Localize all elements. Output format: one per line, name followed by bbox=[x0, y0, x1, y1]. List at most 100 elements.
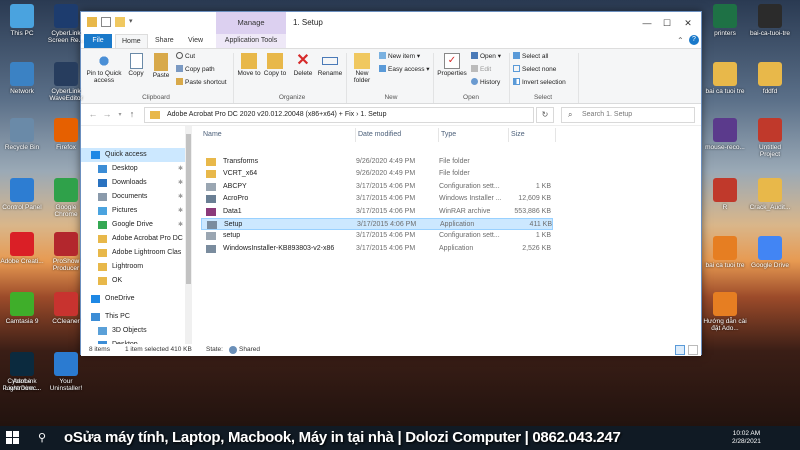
desktop-icon[interactable]: ProShow Producer bbox=[44, 232, 88, 272]
desktop-icon[interactable]: This PC bbox=[0, 4, 44, 37]
nav-item[interactable]: Pictures ✱ bbox=[81, 204, 185, 218]
desktop-icon[interactable]: bai ca tuoi tre bbox=[703, 236, 747, 269]
properties-button[interactable]: ✓ Properties bbox=[435, 53, 469, 77]
paste-shortcut-button[interactable]: Paste shortcut bbox=[176, 78, 227, 87]
desktop-icon[interactable]: Untitled Project bbox=[748, 118, 792, 158]
forward-arrow-icon[interactable]: → bbox=[101, 109, 113, 119]
column-header-size[interactable]: Size bbox=[511, 128, 525, 142]
history-button[interactable]: History bbox=[471, 78, 500, 87]
desktop-icon[interactable]: fddfd bbox=[748, 62, 792, 95]
desktop-icon[interactable]: Firefox bbox=[44, 118, 88, 151]
nav-scroll-thumb[interactable] bbox=[186, 134, 191, 284]
nav-item[interactable]: OneDrive bbox=[81, 292, 185, 306]
new-item-button[interactable]: New item ▾ bbox=[379, 52, 420, 61]
file-row[interactable]: Setup 3/17/2015 4:06 PM Application 411 KB bbox=[201, 218, 553, 230]
back-arrow-icon[interactable]: ← bbox=[87, 109, 99, 119]
desktop-icon[interactable]: bai ca tuoi tre bbox=[703, 62, 747, 95]
close-button[interactable]: ✕ bbox=[680, 16, 696, 30]
nav-item[interactable]: Desktop ✱ bbox=[81, 162, 185, 176]
file-row[interactable]: ABCPY 3/17/2015 4:06 PM Configuration sett… bbox=[201, 181, 553, 193]
desktop-icon[interactable]: Your Uninstaller! bbox=[44, 352, 88, 392]
tab-view[interactable]: View bbox=[182, 34, 209, 48]
nav-item[interactable]: OK bbox=[81, 274, 185, 288]
desktop-icon[interactable]: bai-ca-tuoi-tre bbox=[748, 4, 792, 37]
cut-button[interactable]: Cut bbox=[176, 52, 195, 61]
file-row[interactable]: Data1 3/17/2015 4:06 PM WinRAR archive 553,… bbox=[201, 206, 553, 218]
easy-access-button[interactable]: Easy access ▾ bbox=[379, 65, 430, 74]
desktop-icon[interactable]: Crack_Audit... bbox=[748, 178, 792, 211]
star-icon bbox=[91, 151, 100, 159]
search-input[interactable]: ⌕ Search 1. Setup bbox=[561, 107, 695, 123]
column-header-date[interactable]: Date modified bbox=[358, 128, 401, 142]
nav-item[interactable]: Lightroom bbox=[81, 260, 185, 274]
desktop-icon[interactable]: Network bbox=[0, 62, 44, 95]
edit-button[interactable]: Edit bbox=[471, 65, 491, 74]
delete-button[interactable]: ✕ Delete bbox=[291, 53, 315, 78]
nav-scrollbar[interactable] bbox=[185, 126, 192, 344]
copy-to-button[interactable]: Copy to bbox=[263, 53, 287, 77]
desktop-icon[interactable]: Control Panel bbox=[0, 178, 44, 211]
file-row[interactable]: VCRT_x64 9/26/2020 4:49 PM File folder bbox=[201, 168, 553, 180]
search-icon[interactable]: ⚲ bbox=[38, 431, 46, 444]
desktop-icon[interactable]: R bbox=[703, 178, 747, 211]
properties-icon[interactable] bbox=[101, 17, 111, 27]
copy-button[interactable]: Copy bbox=[125, 53, 147, 77]
address-input[interactable]: Adobe Acrobat Pro DC 2020 v20.012.20048 … bbox=[144, 107, 534, 123]
desktop-icon[interactable]: CCleaner bbox=[44, 292, 88, 325]
nav-item[interactable]: Google Drive ✱ bbox=[81, 218, 185, 232]
refresh-icon[interactable]: ↻ bbox=[536, 107, 554, 123]
folder-icon[interactable] bbox=[87, 17, 97, 27]
file-row[interactable]: setup 3/17/2015 4:06 PM Configuration sett… bbox=[201, 230, 553, 242]
invert-selection-button[interactable]: Invert selection bbox=[513, 78, 566, 87]
pin-quick-access-button[interactable]: Pin to Quick access bbox=[85, 53, 123, 84]
minimize-button[interactable]: — bbox=[639, 16, 655, 30]
nav-item[interactable]: Quick access bbox=[81, 148, 185, 162]
desktop-icon[interactable]: Google Chrome bbox=[44, 178, 88, 218]
file-row[interactable]: WindowsInstaller-KB893803-v2-x86 3/17/201… bbox=[201, 243, 553, 255]
windows-start-icon[interactable] bbox=[6, 431, 19, 444]
column-header-type[interactable]: Type bbox=[441, 128, 456, 142]
desktop-icon[interactable]: CyberLink WaveEditor bbox=[44, 62, 88, 102]
select-none-button[interactable]: Select none bbox=[513, 65, 556, 74]
select-all-button[interactable]: Select all bbox=[513, 52, 548, 61]
new-folder-button[interactable]: New folder bbox=[349, 53, 375, 84]
desktop-icon[interactable]: mouse-reco... bbox=[703, 118, 747, 151]
tab-home[interactable]: Home bbox=[115, 34, 148, 48]
chevron-up-icon[interactable]: ⌃ bbox=[677, 36, 684, 45]
move-to-button[interactable]: Move to bbox=[237, 53, 261, 77]
rename-button[interactable]: Rename bbox=[317, 53, 343, 77]
tab-share[interactable]: Share bbox=[149, 34, 180, 48]
help-icon[interactable]: ? bbox=[689, 35, 699, 45]
open-button[interactable]: Open ▾ bbox=[471, 52, 501, 61]
chevron-down-icon[interactable]: ▾ bbox=[129, 17, 135, 27]
nav-item[interactable]: This PC bbox=[81, 310, 185, 324]
chevron-down-icon[interactable]: ▾ bbox=[114, 111, 126, 118]
tab-application-tools[interactable]: Application Tools bbox=[216, 34, 286, 48]
up-arrow-icon[interactable]: ↑ bbox=[126, 109, 138, 119]
system-clock[interactable]: 10:02 AM 2/28/2021 bbox=[732, 430, 761, 446]
desktop-icon[interactable]: Adobe Creati... bbox=[0, 232, 44, 265]
nav-item[interactable]: Downloads ✱ bbox=[81, 176, 185, 190]
desktop-icon[interactable]: Google Drive bbox=[748, 236, 792, 269]
nav-item[interactable]: 3D Objects bbox=[81, 324, 185, 338]
nav-item[interactable]: Adobe Lightroom Clas bbox=[81, 246, 185, 260]
desktop-icon[interactable]: Hướng dẫn cài đặt Ado... bbox=[703, 292, 747, 332]
desktop-icon[interactable]: CyberLink Screen Re... bbox=[44, 4, 88, 44]
maximize-button[interactable]: ☐ bbox=[659, 16, 675, 30]
paste-button[interactable]: Paste bbox=[149, 53, 173, 79]
copy-path-button[interactable]: Copy path bbox=[176, 65, 215, 74]
manage-tab[interactable]: Manage bbox=[216, 12, 286, 34]
large-icons-view-icon[interactable] bbox=[688, 345, 698, 355]
nav-item[interactable]: Documents ✱ bbox=[81, 190, 185, 204]
desktop-icon[interactable]: Recycle Bin bbox=[0, 118, 44, 151]
desktop-icon[interactable]: Camtasia 9 bbox=[0, 292, 44, 325]
nav-item[interactable]: Adobe Acrobat Pro DC bbox=[81, 232, 185, 246]
file-row[interactable]: AcroPro 3/17/2015 4:06 PM Windows Installe… bbox=[201, 193, 553, 205]
new-folder-icon[interactable] bbox=[115, 17, 125, 27]
desktop-icon[interactable]: Adobe Lightroom... bbox=[0, 352, 44, 392]
details-view-icon[interactable] bbox=[675, 345, 685, 355]
tab-file[interactable]: File bbox=[84, 34, 112, 48]
desktop-icon[interactable]: printers bbox=[703, 4, 747, 37]
column-header-name[interactable]: Name bbox=[203, 128, 222, 142]
file-row[interactable]: Transforms 9/26/2020 4:49 PM File folder bbox=[201, 156, 553, 168]
